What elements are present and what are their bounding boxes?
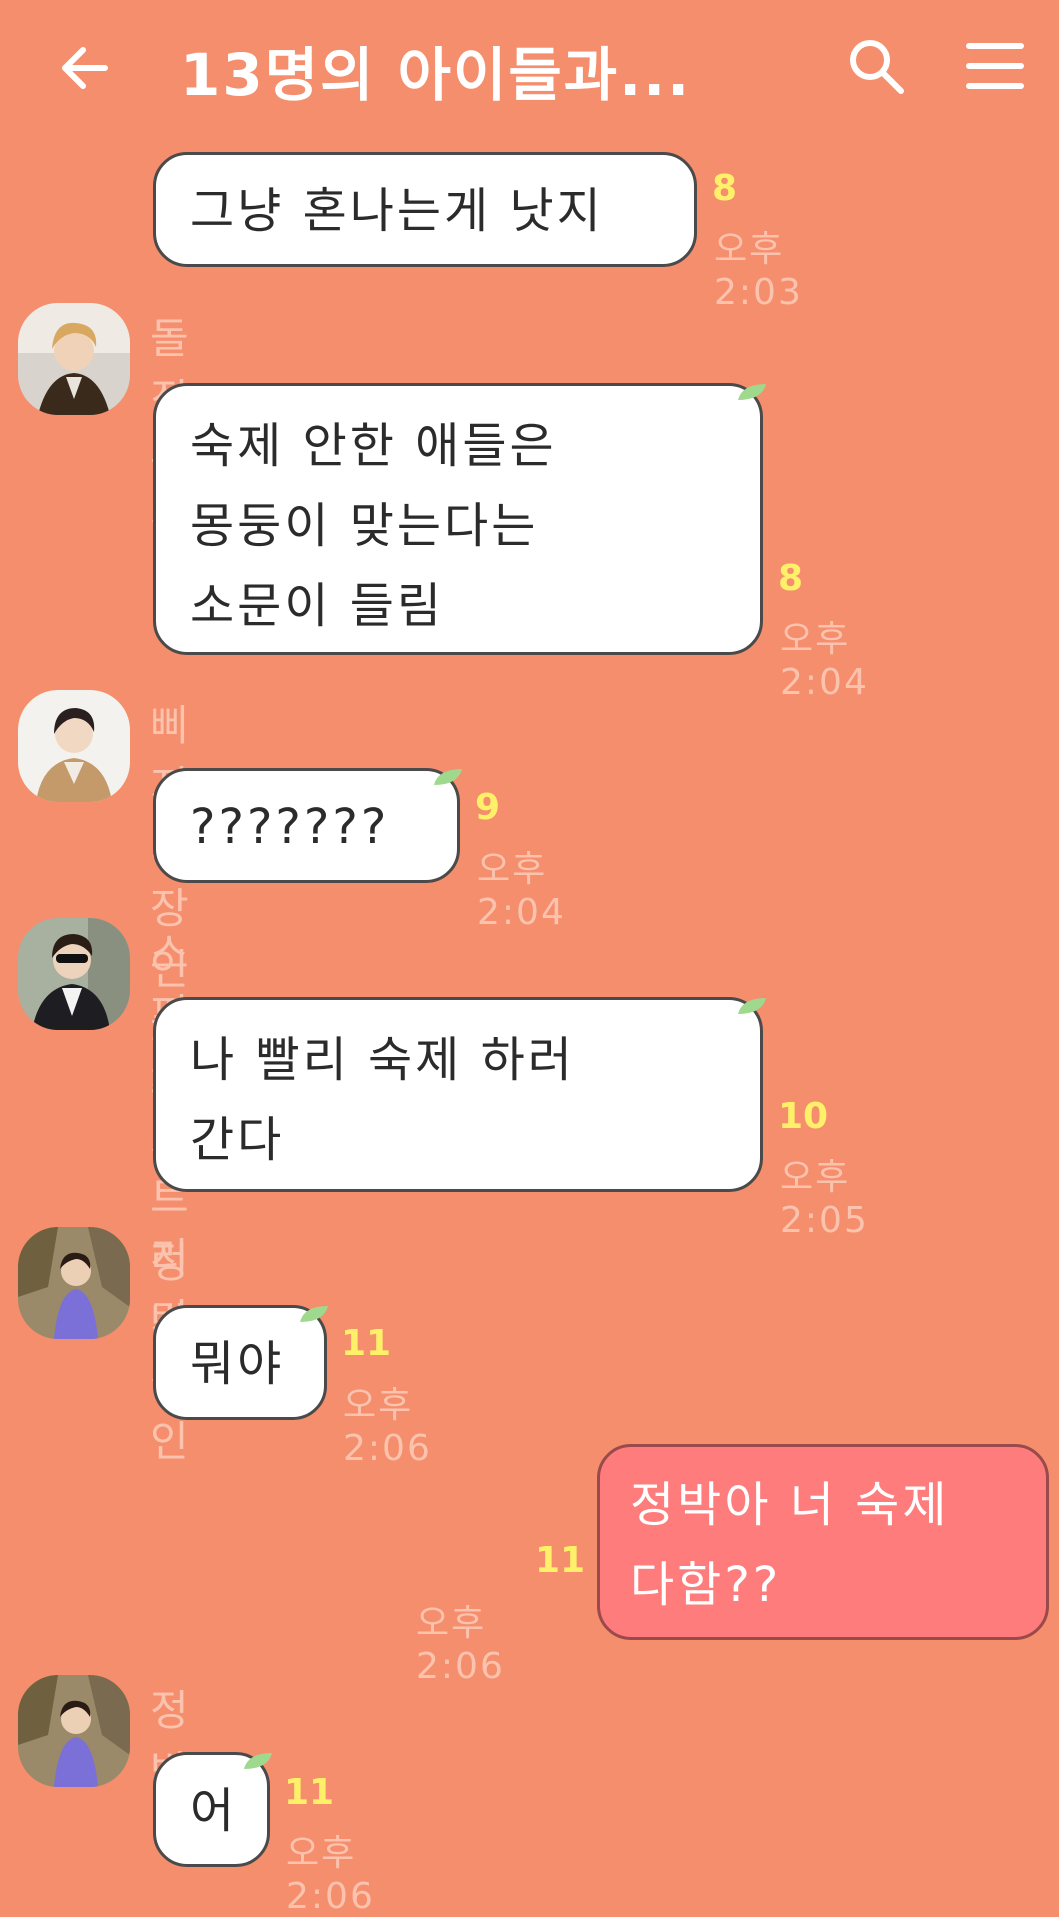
chat-header: 13명의 아이들과... (0, 0, 1059, 130)
avatar[interactable] (18, 1675, 130, 1787)
arrow-left-icon (62, 47, 108, 89)
message-bubble[interactable]: 숙제 안한 애들은 몽둥이 맞는다는 소문이 들림 (153, 383, 763, 655)
message-bubble[interactable]: 나 빨리 숙제 하러 간다 (153, 997, 763, 1192)
back-button[interactable] (55, 38, 115, 98)
leaf-icon (244, 1753, 272, 1769)
avatar[interactable] (18, 690, 130, 802)
search-button[interactable] (845, 35, 907, 97)
unread-count: 11 (284, 1772, 335, 1813)
menu-button[interactable] (965, 40, 1025, 92)
message-time: 오후 2:06 (416, 1603, 505, 1687)
search-icon (850, 40, 904, 94)
hamburger-menu-icon (966, 43, 1024, 89)
message-time: 오후 2:04 (780, 619, 869, 703)
unread-count: 11 (341, 1323, 392, 1364)
leaf-icon (300, 1306, 328, 1322)
message-bubble[interactable]: 정박아 너 숙제 다함?? (597, 1444, 1049, 1640)
unread-count: 8 (712, 168, 738, 209)
message-time: 오후 2:06 (343, 1385, 432, 1469)
leaf-icon (738, 998, 766, 1014)
unread-count: 11 (535, 1540, 586, 1581)
message-bubble[interactable]: 그냥 혼나는게 낫지 (153, 152, 697, 267)
message-time: 오후 2:03 (714, 229, 803, 313)
leaf-icon (434, 769, 462, 785)
leaf-icon (738, 384, 766, 400)
avatar[interactable] (18, 1227, 130, 1339)
chat-title: 13명의 아이들과... (180, 41, 692, 109)
message-time: 오후 2:05 (780, 1157, 869, 1241)
unread-count: 8 (778, 558, 804, 599)
message-bubble[interactable]: ??????? (153, 768, 460, 883)
unread-count: 9 (475, 787, 501, 828)
avatar[interactable] (18, 918, 130, 1030)
avatar[interactable] (18, 303, 130, 415)
message-time: 오후 2:06 (286, 1833, 375, 1917)
unread-count: 10 (778, 1096, 829, 1137)
message-time: 오후 2:04 (477, 849, 566, 933)
